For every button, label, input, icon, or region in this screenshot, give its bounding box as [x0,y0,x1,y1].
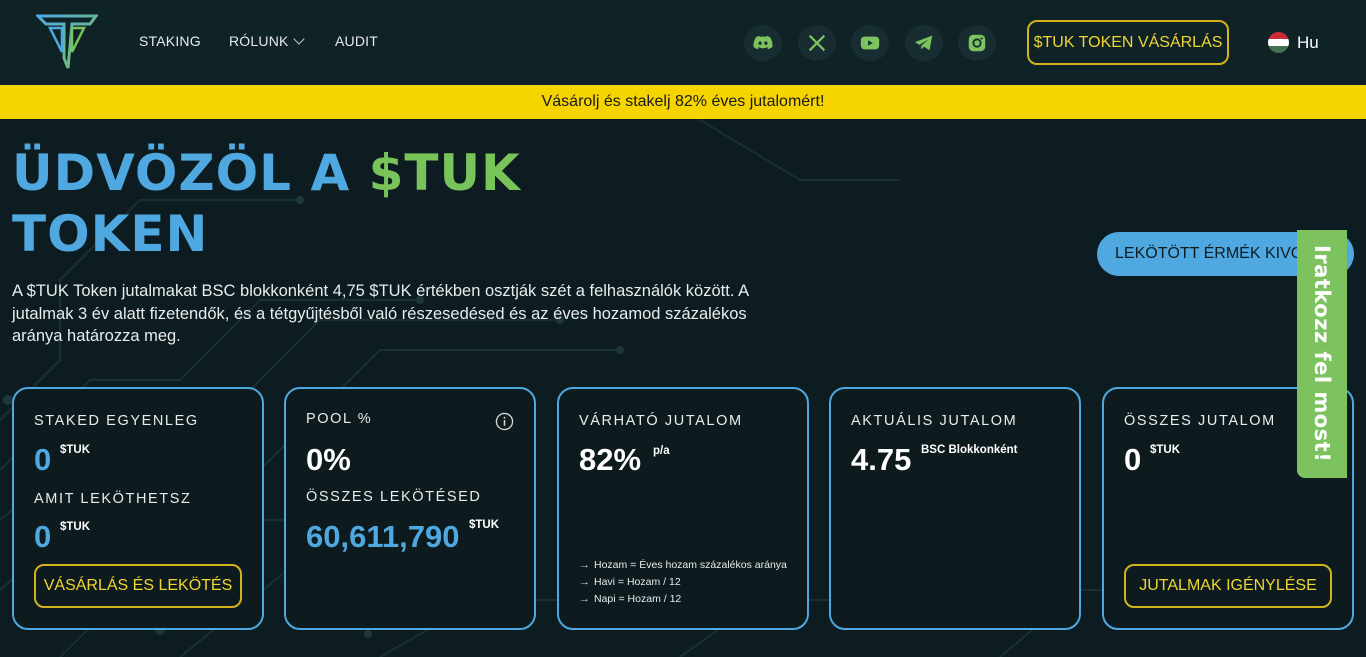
current-reward-card: AKTUÁLIS JUTALOM 4.75 BSC Blokkonként [829,387,1081,630]
stakeable-value: 0 [34,519,52,554]
instagram-link[interactable] [958,25,996,61]
total-reward-unit: $TUK [1150,444,1181,456]
current-reward-unit: BSC Blokkonként [921,444,1018,456]
total-reward-label: ÖSSZES JUTALOM [1124,413,1276,429]
nav-staking-link[interactable]: STAKING [139,33,201,49]
language-label: Hu [1297,32,1319,52]
promo-banner-text: Vásárolj és stakelj 82% éves jutalomért! [541,93,825,110]
stakeable-unit: $TUK [60,521,91,533]
formula-monthly-text: Havi = Hozam / 12 [594,576,681,588]
nav-audit-link[interactable]: AUDIT [335,33,378,49]
total-staked-value: 60,611,790 [306,519,460,554]
formula-daily-text: Napi = Hozam / 12 [594,593,682,605]
language-selector[interactable]: Hu [1268,32,1319,53]
pool-card: POOL % 0% ÖSSZES LEKÖTÉSED 60,611,790 $T… [284,387,536,630]
page-title: ÜDVÖZÖL A $TUK TOKEN [12,143,521,265]
staked-balance-label: STAKED EGYENLEG [34,413,199,429]
hero-description: A $TUK Token jutalmakat BSC blokkonként … [12,282,749,345]
title-part3: TOKEN [12,205,209,263]
total-reward-value: 0 [1124,442,1142,477]
signup-tab-label: Iratkozz fel most! [1310,245,1334,463]
expected-reward-label: VÁRHATÓ JUTALOM [579,413,743,429]
x-icon [808,34,826,52]
expected-reward-unit: p/a [653,445,670,457]
expected-reward-value: 82% [579,442,642,477]
arrow-right-icon: → [579,576,590,588]
navbar: STAKING RÓLUNK AUDIT $TUK TOKEN VÁSÁRLÁS… [0,0,1366,85]
title-part1: ÜDVÖZÖL A [12,144,369,202]
staked-balance-unit: $TUK [60,444,91,456]
arrow-right-icon: → [579,559,590,571]
promo-banner: Vásárolj és stakelj 82% éves jutalomért! [0,85,1366,119]
youtube-icon [860,36,880,50]
youtube-link[interactable] [851,25,889,61]
hungary-flag-icon [1268,32,1289,53]
current-reward-label: AKTUÁLIS JUTALOM [851,413,1018,429]
pool-label: POOL % [306,411,373,427]
title-part2: $TUK [368,144,521,202]
current-reward-value: 4.75 [851,442,912,477]
info-icon[interactable] [495,412,514,431]
buy-and-stake-button[interactable]: VÁSÁRLÁS ÉS LEKÖTÉS [34,564,242,608]
formula-monthly: → Havi = Hozam / 12 [579,576,681,588]
chevron-down-icon [292,33,305,45]
total-staked-unit: $TUK [469,519,500,531]
signup-tab[interactable]: Iratkozz fel most! [1297,230,1347,478]
formula-yield-text: Hozam = Éves hozam százalékos aránya [594,559,787,571]
telegram-icon [914,35,933,51]
x-link[interactable] [798,25,836,61]
arrow-right-icon: → [579,593,590,605]
formula-yield: → Hozam = Éves hozam százalékos aránya [579,559,787,571]
logo-icon[interactable] [36,14,98,70]
claim-rewards-button[interactable]: JUTALMAK IGÉNYLÉSE [1124,564,1332,608]
discord-icon [753,35,773,50]
nav-rolunk-label: RÓLUNK [229,33,289,49]
discord-link[interactable] [744,25,782,61]
pool-value: 0% [306,442,351,477]
stakeable-label: AMIT LEKÖTHETSZ [34,491,192,507]
total-staked-label: ÖSSZES LEKÖTÉSED [306,489,482,505]
buy-token-button[interactable]: $TUK TOKEN VÁSÁRLÁS [1027,20,1229,65]
staked-balance-value: 0 [34,442,52,477]
formula-daily: → Napi = Hozam / 12 [579,593,681,605]
staked-balance-card: STAKED EGYENLEG 0 $TUK AMIT LEKÖTHETSZ 0… [12,387,264,630]
nav-rolunk-link[interactable]: RÓLUNK [229,33,305,49]
expected-reward-card: VÁRHATÓ JUTALOM 82% p/a → Hozam = Éves h… [557,387,809,630]
instagram-icon [968,34,986,52]
telegram-link[interactable] [905,25,943,61]
